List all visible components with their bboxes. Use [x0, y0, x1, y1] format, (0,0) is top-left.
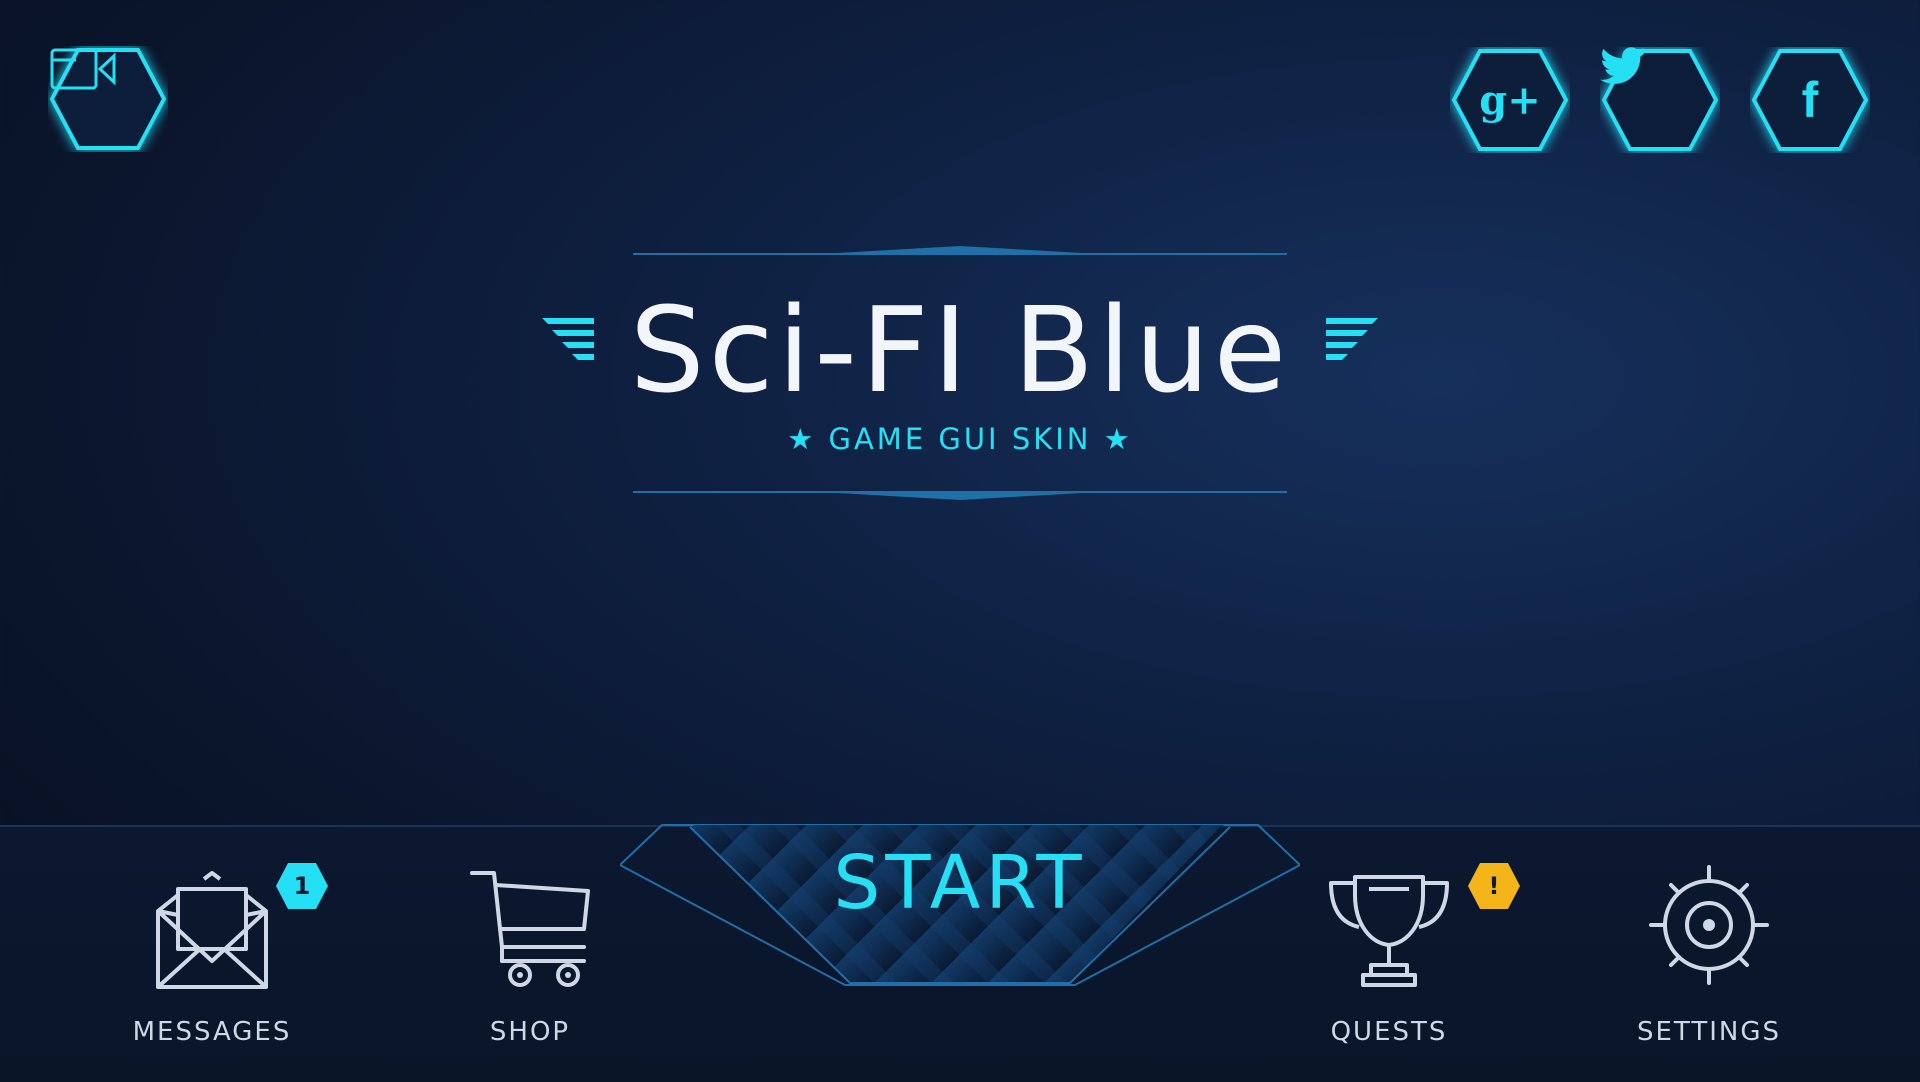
facebook-glyph: f — [1801, 72, 1819, 128]
facebook-button[interactable]: f — [1750, 47, 1870, 153]
game-title-logo: Sci-FI Blue ★ GAME GUI SKIN ★ — [530, 240, 1390, 510]
quests-label: QUESTS — [1330, 1017, 1448, 1047]
messages-label: MESSAGES — [132, 1017, 292, 1047]
shop-label: SHOP — [489, 1017, 571, 1047]
settings-label: SETTINGS — [1636, 1017, 1781, 1047]
video-record-button[interactable] — [48, 46, 168, 152]
start-button[interactable]: START — [620, 785, 1300, 990]
google-plus-button[interactable]: g+ — [1450, 47, 1570, 153]
quests-alert-badge: ! — [1466, 861, 1522, 911]
trophy-icon — [1329, 875, 1449, 987]
messages-badge-count: 1 — [293, 872, 311, 900]
messages-count-badge: 1 — [274, 861, 330, 911]
facebook-icon: f — [1750, 47, 1870, 153]
video-camera-icon — [48, 46, 168, 152]
google-plus-icon: g+ — [1450, 47, 1570, 153]
google-plus-glyph: g+ — [1479, 76, 1541, 124]
nav-shop[interactable]: SHOP — [410, 865, 650, 1055]
settings-target-icon — [1649, 865, 1769, 985]
twitter-button[interactable] — [1600, 47, 1720, 153]
game-title: Sci-FI Blue — [629, 281, 1291, 419]
start-label: START — [833, 840, 1087, 926]
nav-settings[interactable]: SETTINGS — [1589, 865, 1829, 1055]
shopping-cart-icon — [470, 871, 590, 987]
game-subtitle: ★ GAME GUI SKIN ★ — [787, 422, 1133, 456]
envelope-icon — [156, 871, 268, 989]
quests-badge-alert: ! — [1488, 872, 1500, 900]
twitter-icon — [1600, 47, 1720, 153]
